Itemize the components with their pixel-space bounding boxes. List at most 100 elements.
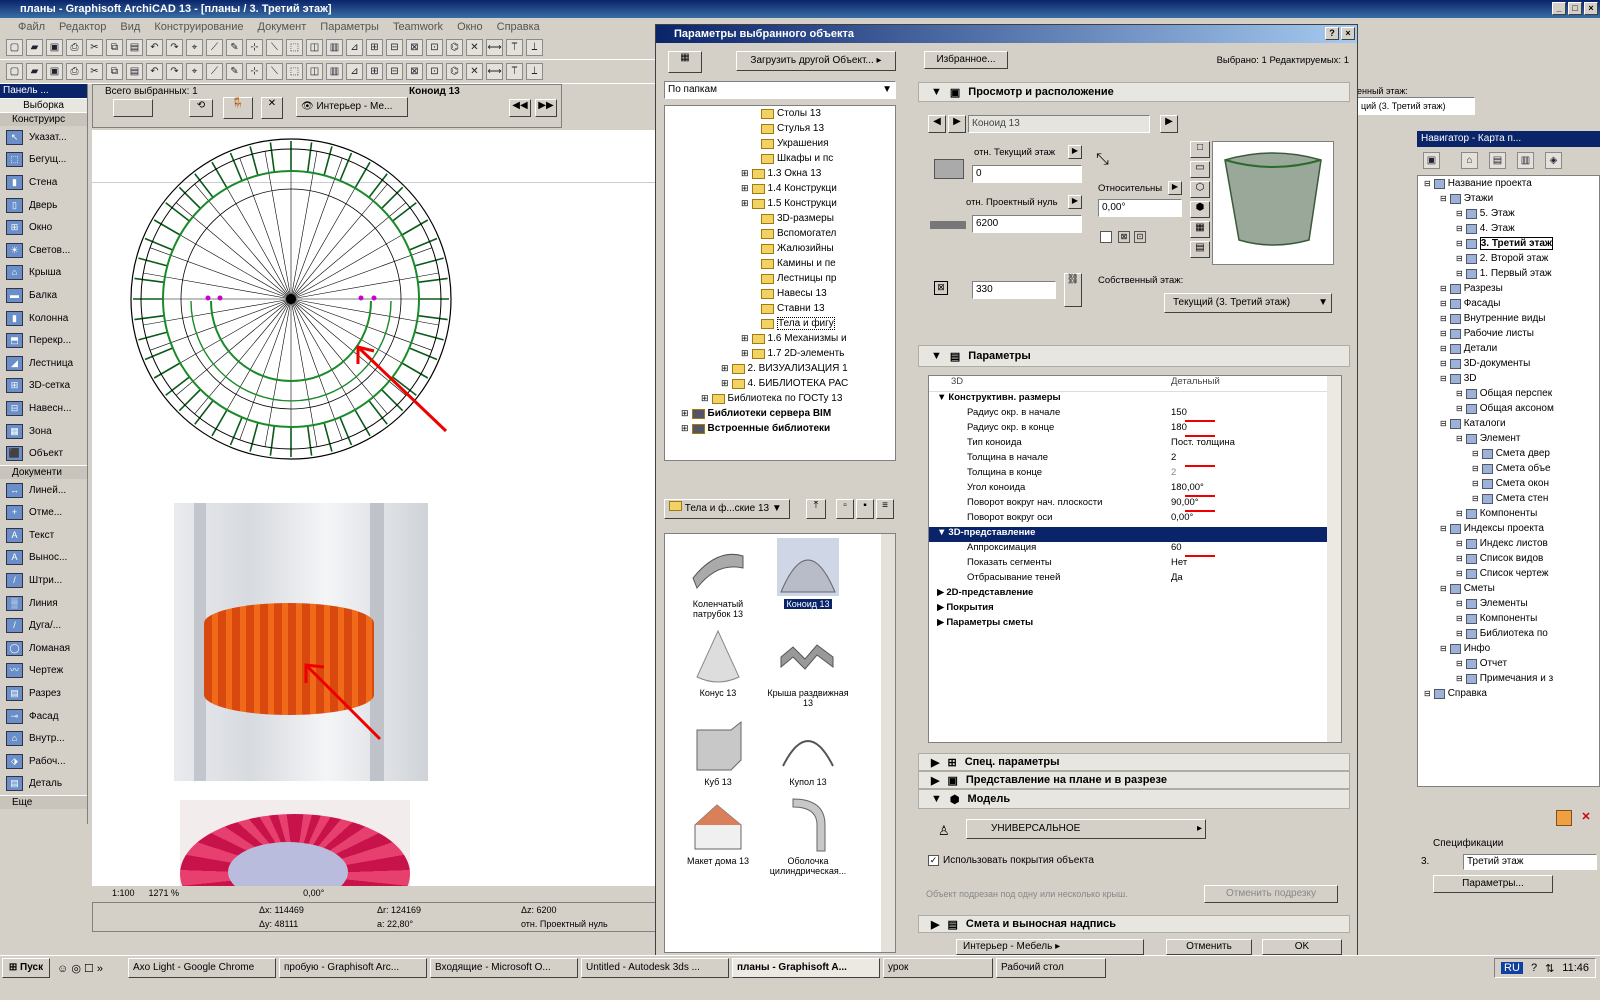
- expand-icon[interactable]: ⊞: [741, 198, 749, 209]
- own-floor-select[interactable]: Текущий (3. Третий этаж) ▼: [1164, 293, 1332, 313]
- menu-item-8[interactable]: Справка: [497, 21, 540, 33]
- doc-tool-2[interactable]: A Текст: [0, 524, 87, 547]
- param-row[interactable]: Поворот вокруг нач. плоскости 90,00°: [929, 497, 1341, 512]
- plan-view-button[interactable]: □: [1190, 141, 1210, 158]
- toolbar-icon-1-0[interactable]: ▢: [6, 63, 23, 80]
- panel-plan-header[interactable]: ▶ ▣ Представление на плане и в разрезе: [918, 771, 1350, 789]
- navigator-item[interactable]: ⊟ Примечания и з: [1418, 671, 1599, 686]
- navigator-item[interactable]: ⊟ 2. Второй этаж: [1418, 251, 1599, 266]
- doc-tool-7[interactable]: ◯ Ломаная: [0, 637, 87, 660]
- next-button[interactable]: ▶▶: [535, 99, 557, 117]
- param-row[interactable]: ▶ Параметры сметы: [929, 617, 1341, 632]
- library-tree-item[interactable]: Тела и фигу: [665, 316, 895, 331]
- param-row[interactable]: Радиус окр. в конце 180: [929, 422, 1341, 437]
- tool-13[interactable]: ▦ Зона: [0, 420, 87, 443]
- network-icon[interactable]: ⇅: [1545, 962, 1554, 975]
- navigator-item[interactable]: ⊟ Элементы: [1418, 596, 1599, 611]
- 3d-view-button[interactable]: ⬢: [1190, 201, 1210, 218]
- library-tree-item[interactable]: Украшения: [665, 136, 895, 151]
- navigator-item[interactable]: ⊟ Справка: [1418, 686, 1599, 701]
- doc-tool-4[interactable]: / Штри...: [0, 569, 87, 592]
- material-select[interactable]: УНИВЕРСАЛЬНОЕ ▸: [966, 819, 1206, 839]
- menu-item-1[interactable]: Редактор: [59, 21, 106, 33]
- menu-item-0[interactable]: Файл: [18, 21, 45, 33]
- expand-icon[interactable]: ⊟: [1440, 194, 1447, 203]
- panel-estimate-header[interactable]: ▶ ▤ Смета и выносная надпись: [918, 915, 1350, 933]
- expand-icon[interactable]: ⊞: [741, 333, 749, 344]
- expand-icon[interactable]: ⊞: [721, 363, 729, 374]
- tool-14[interactable]: ⬛ Объект: [0, 442, 87, 465]
- expand-icon[interactable]: ⊟: [1456, 509, 1463, 518]
- floor-combo[interactable]: ций (3. Третий этаж): [1357, 97, 1475, 115]
- navigator-item[interactable]: ⊟ Смета двер: [1418, 446, 1599, 461]
- object-thumbnail[interactable]: Крыша раздвижная 13: [763, 627, 853, 708]
- library-tree-item[interactable]: 3D-размеры: [665, 211, 895, 226]
- library-tree-item[interactable]: ⊞ 1.4 Конструкци: [665, 181, 895, 196]
- elevation-project-input[interactable]: 6200: [972, 215, 1082, 233]
- navigator-item[interactable]: ⊟ 3D: [1418, 371, 1599, 386]
- taskbar-item-2[interactable]: Входящие - Microsoft O...: [430, 958, 578, 978]
- navigator-item[interactable]: ⊟ Каталоги: [1418, 416, 1599, 431]
- library-tree-item[interactable]: ⊞ 4. БИБЛИОТЕКА РАС: [665, 376, 895, 391]
- toolbar-icon-0-22[interactable]: ⌬: [446, 39, 463, 56]
- chair-icon[interactable]: 🪑: [223, 97, 253, 119]
- navigator-item[interactable]: ⊟ Этажи: [1418, 191, 1599, 206]
- toolbar-icon-0-5[interactable]: ⧉: [106, 39, 123, 56]
- expand-icon[interactable]: ⊞: [681, 423, 689, 434]
- thumb-scrollbar[interactable]: [881, 534, 895, 952]
- expand-icon[interactable]: ⊟: [1456, 224, 1463, 233]
- height-input[interactable]: 330: [972, 281, 1056, 299]
- expand-icon[interactable]: ⊟: [1456, 209, 1463, 218]
- param-row[interactable]: Показать сегменты Нет: [929, 557, 1341, 572]
- expand-icon[interactable]: ⊟: [1440, 344, 1447, 353]
- cancel-button[interactable]: Отменить: [1166, 939, 1252, 955]
- toolbar-icon-0-10[interactable]: ⟋: [206, 39, 223, 56]
- param-row[interactable]: ▶ Покрытия: [929, 602, 1341, 617]
- toolbar-icon-0-19[interactable]: ⊟: [386, 39, 403, 56]
- library-tree-item[interactable]: ⊞ 1.6 Механизмы и: [665, 331, 895, 346]
- toolbar-icon-1-14[interactable]: ⬚: [286, 63, 303, 80]
- library-tree-item[interactable]: Вспомогател: [665, 226, 895, 241]
- navigator-item[interactable]: ⊟ Список чертеж: [1418, 566, 1599, 581]
- toolbar-icon-0-21[interactable]: ⊡: [426, 39, 443, 56]
- library-tree-item[interactable]: ⊞ 2. ВИЗУАЛИЗАЦИЯ 1: [665, 361, 895, 376]
- toolbar-icon-1-22[interactable]: ⌬: [446, 63, 463, 80]
- toolbar-icon-0-3[interactable]: ⎙: [66, 39, 83, 56]
- param-row[interactable]: Толщина в начале 2: [929, 452, 1341, 467]
- object-thumbnail[interactable]: Макет дома 13: [673, 795, 763, 876]
- toolbar-icon-0-17[interactable]: ⊿: [346, 39, 363, 56]
- navigator-item[interactable]: ⊟ Детали: [1418, 341, 1599, 356]
- library-tree-item[interactable]: Стулья 13: [665, 121, 895, 136]
- layer-dropdown[interactable]: 👁 Интерьер - Ме...: [296, 97, 408, 117]
- language-indicator[interactable]: RU: [1501, 962, 1523, 974]
- axo-view-button[interactable]: ⬡: [1190, 181, 1210, 198]
- expand-icon[interactable]: ⊞: [741, 168, 749, 179]
- expand-icon[interactable]: ⊟: [1472, 479, 1479, 488]
- expand-icon[interactable]: ⊟: [1440, 299, 1447, 308]
- expand-icon[interactable]: ⊟: [1456, 254, 1463, 263]
- toolbar-icon-1-16[interactable]: ▥: [326, 63, 343, 80]
- toolbox-title[interactable]: Панель ...: [0, 84, 87, 98]
- next-object-button[interactable]: ▶: [948, 115, 966, 133]
- navigator-item[interactable]: ⊟ Библиотека по: [1418, 626, 1599, 641]
- navigator-item[interactable]: ⊟ Индексы проекта: [1418, 521, 1599, 536]
- expand-icon[interactable]: ⊟: [1472, 494, 1479, 503]
- tool-1[interactable]: ⬚ Бегущ...: [0, 149, 87, 172]
- tool-12[interactable]: ⊟ Навесн...: [0, 397, 87, 420]
- large-icons-button[interactable]: ▫: [836, 499, 854, 519]
- expand-icon[interactable]: ⊟: [1440, 419, 1447, 428]
- expand-icon[interactable]: ⊞: [701, 393, 709, 404]
- param-row[interactable]: Тип коноида Пост. толщина: [929, 437, 1341, 452]
- doc-tool-10[interactable]: ⊸ Фасад: [0, 705, 87, 728]
- param-row[interactable]: ▶ 2D-представление: [929, 587, 1341, 602]
- toolbar-icon-1-8[interactable]: ↷: [166, 63, 183, 80]
- toolbar-icon-0-16[interactable]: ▥: [326, 39, 343, 56]
- toolbar-icon-1-2[interactable]: ▣: [46, 63, 63, 80]
- toolbar-icon-0-24[interactable]: ⟷: [486, 39, 503, 56]
- tool-0[interactable]: ↖ Указат...: [0, 126, 87, 149]
- navigator-item[interactable]: ⊟ Инфо: [1418, 641, 1599, 656]
- toolbar-icon-0-8[interactable]: ↷: [166, 39, 183, 56]
- doc-tool-8[interactable]: 〰 Чертеж: [0, 660, 87, 683]
- toolbar-icon-0-20[interactable]: ⊠: [406, 39, 423, 56]
- param-row[interactable]: ▼ Конструктивн. размеры: [929, 392, 1341, 407]
